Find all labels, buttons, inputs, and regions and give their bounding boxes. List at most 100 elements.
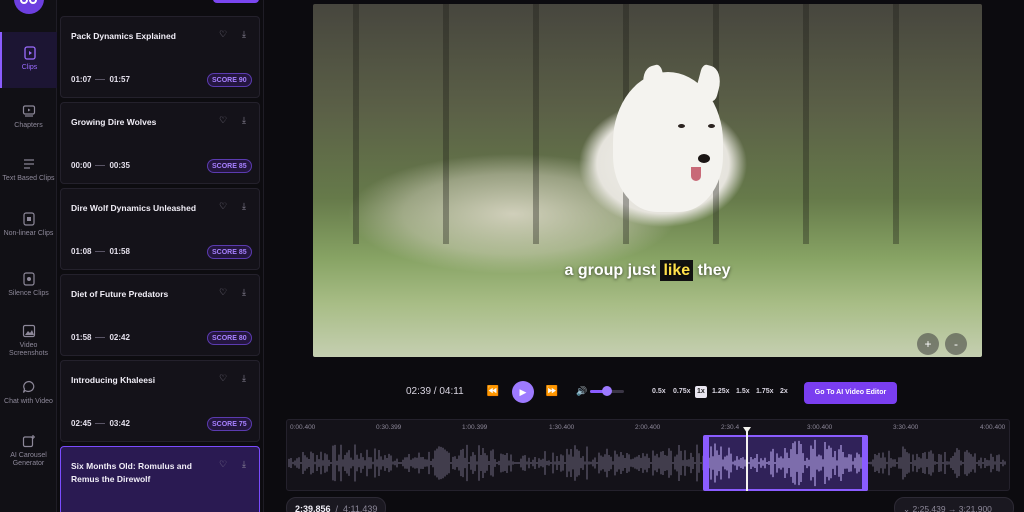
timeline-tick: 2:30.4 (721, 424, 740, 431)
clip-list: Pack Dynamics Explained ♡ ⤓ 01:07 01:57 S… (57, 0, 264, 512)
rewind-icon[interactable]: ⏪ (486, 385, 500, 399)
rail-item-label: Clips (21, 64, 38, 71)
speed-option-selected[interactable]: 1x (695, 386, 707, 398)
clip-time-range: 01:58 02:42 (71, 333, 130, 342)
rail-item-label: Silence Clips (8, 290, 49, 297)
clip-card[interactable]: Pack Dynamics Explained ♡ ⤓ 01:07 01:57 S… (60, 16, 260, 98)
forward-icon[interactable]: ⏩ (545, 385, 559, 399)
rail-item-label: Non-linear Clips (3, 230, 54, 237)
volume-slider-knob[interactable] (602, 386, 612, 396)
selection-range-readout[interactable]: ⌄ 2:25.439 → 3:21.900 (894, 497, 1014, 512)
carousel-icon (22, 434, 36, 448)
speed-option[interactable]: 0.5x (650, 386, 668, 398)
clips-icon (23, 46, 37, 60)
score-badge: SCORE 85 (207, 245, 252, 259)
timeline-tick: 0:00.400 (290, 424, 316, 431)
speed-option[interactable]: 1.5x (734, 386, 752, 398)
chapters-icon (22, 104, 36, 118)
timeline-tick: 1:00.399 (462, 424, 488, 431)
download-icon[interactable]: ⤓ (239, 287, 249, 297)
clip-list-top-button[interactable] (213, 0, 259, 3)
heart-icon[interactable]: ♡ (218, 201, 228, 211)
main-panel: a group just like they + - 02:39 / 04:11… (264, 0, 1024, 512)
video-player[interactable]: a group just like they + - (313, 4, 982, 357)
rail-item-nonlinear-clips[interactable]: Non-linear Clips (0, 212, 57, 238)
zoom-in-button[interactable]: + (917, 333, 939, 355)
rail-item-video-screenshots[interactable]: Video Screenshots (0, 324, 57, 358)
clip-time-range: 01:07 01:57 (71, 75, 130, 84)
clip-card[interactable]: Diet of Future Predators ♡ ⤓ 01:58 02:42 … (60, 274, 260, 356)
download-icon[interactable]: ⤓ (239, 373, 249, 383)
timeline-tick: 3:00.400 (807, 424, 833, 431)
timeline-tick: 3:30.400 (893, 424, 919, 431)
zoom-out-button[interactable]: - (945, 333, 967, 355)
rail-item-label: Chat with Video (4, 398, 53, 405)
timeline-tick: 0:30.399 (376, 424, 402, 431)
app-window: Clips Chapters Text Based Clips Non-line… (0, 0, 1024, 512)
rail-item-clips[interactable]: Clips (0, 32, 57, 88)
collapse-icon[interactable]: ⌄ (903, 504, 910, 512)
speed-option[interactable]: 0.75x (671, 386, 693, 398)
download-icon[interactable]: ⤓ (239, 201, 249, 211)
app-logo[interactable] (14, 0, 44, 14)
clip-card-selected[interactable]: Six Months Old: Romulus and Remus the Di… (60, 446, 260, 512)
speed-option[interactable]: 2x (778, 386, 790, 398)
rail-item-silence-clips[interactable]: Silence Clips (0, 272, 57, 298)
score-badge: SCORE 80 (207, 331, 252, 345)
rail-item-label: Video Screenshots (9, 342, 48, 357)
download-icon[interactable]: ⤓ (239, 459, 249, 469)
download-icon[interactable]: ⤓ (239, 115, 249, 125)
volume-icon[interactable]: 🔊 (576, 386, 587, 396)
clip-card[interactable]: Dire Wolf Dynamics Unleashed ♡ ⤓ 01:08 01… (60, 188, 260, 270)
heart-icon[interactable]: ♡ (218, 373, 228, 383)
audio-waveform (288, 439, 1006, 487)
clip-title: Introducing Khaleesi (71, 375, 156, 385)
wolf-figure (613, 72, 723, 212)
clip-card[interactable]: Growing Dire Wolves ♡ ⤓ 00:00 00:35 SCORE… (60, 102, 260, 184)
clip-selection-region[interactable] (705, 435, 868, 491)
clip-card[interactable]: Introducing Khaleesi ♡ ⤓ 02:45 03:42 SCOR… (60, 360, 260, 442)
clip-time-range: 02:45 03:42 (71, 419, 130, 428)
speed-option[interactable]: 1.25x (710, 386, 732, 398)
rail-item-label: Text Based Clips (2, 175, 55, 182)
playhead[interactable] (743, 427, 751, 491)
clip-title: Pack Dynamics Explained (71, 31, 176, 41)
screenshot-icon (22, 324, 36, 338)
heart-icon[interactable]: ♡ (218, 287, 228, 297)
left-rail: Clips Chapters Text Based Clips Non-line… (0, 0, 57, 512)
score-badge: SCORE 75 (207, 417, 252, 431)
position-readout: 2:39.856 / 4:11.439 (286, 497, 387, 512)
timeline-tick: 4:00.400 (980, 424, 1006, 431)
heart-icon[interactable]: ♡ (218, 29, 228, 39)
nonlinear-clips-icon (22, 212, 36, 226)
ai-video-editor-button[interactable]: Go To AI Video Editor (804, 382, 897, 404)
heart-icon[interactable]: ♡ (218, 115, 228, 125)
heart-icon[interactable]: ♡ (218, 459, 228, 469)
timeline-tick: 1:30.400 (549, 424, 575, 431)
rail-item-carousel[interactable]: AI Carousel Generator (0, 434, 57, 468)
waveform-timeline[interactable]: 0:00.400 0:30.399 1:00.399 1:30.400 2:00… (286, 419, 1010, 491)
score-badge: SCORE 90 (207, 73, 252, 87)
timeline-tick: 2:00.400 (635, 424, 661, 431)
region-start-handle[interactable] (703, 435, 709, 491)
rail-item-label: Chapters (14, 122, 43, 129)
clip-title: Diet of Future Predators (71, 289, 169, 299)
rail-item-text-clips[interactable]: Text Based Clips (0, 157, 57, 183)
region-end-handle[interactable] (862, 435, 868, 491)
speed-option[interactable]: 1.75x (754, 386, 776, 398)
download-icon[interactable]: ⤓ (239, 29, 249, 39)
play-button[interactable]: ▶ (512, 381, 534, 403)
rail-item-chapters[interactable]: Chapters (0, 104, 57, 130)
text-clips-icon (22, 157, 36, 171)
clip-time-range: 00:00 00:35 (71, 161, 130, 170)
rail-item-chat[interactable]: Chat with Video (0, 380, 57, 406)
rail-item-label: AI Carousel Generator (10, 452, 47, 467)
clip-title: Growing Dire Wolves (71, 117, 157, 127)
video-caption: a group just like they (564, 260, 731, 281)
chat-icon (22, 380, 36, 394)
clip-title: Six Months Old: Romulus and Remus the Di… (71, 461, 192, 484)
clip-title: Dire Wolf Dynamics Unleashed (71, 203, 197, 213)
score-badge: SCORE 85 (207, 159, 252, 173)
playback-time: 02:39 / 04:11 (406, 386, 464, 397)
silence-clips-icon (22, 272, 36, 286)
